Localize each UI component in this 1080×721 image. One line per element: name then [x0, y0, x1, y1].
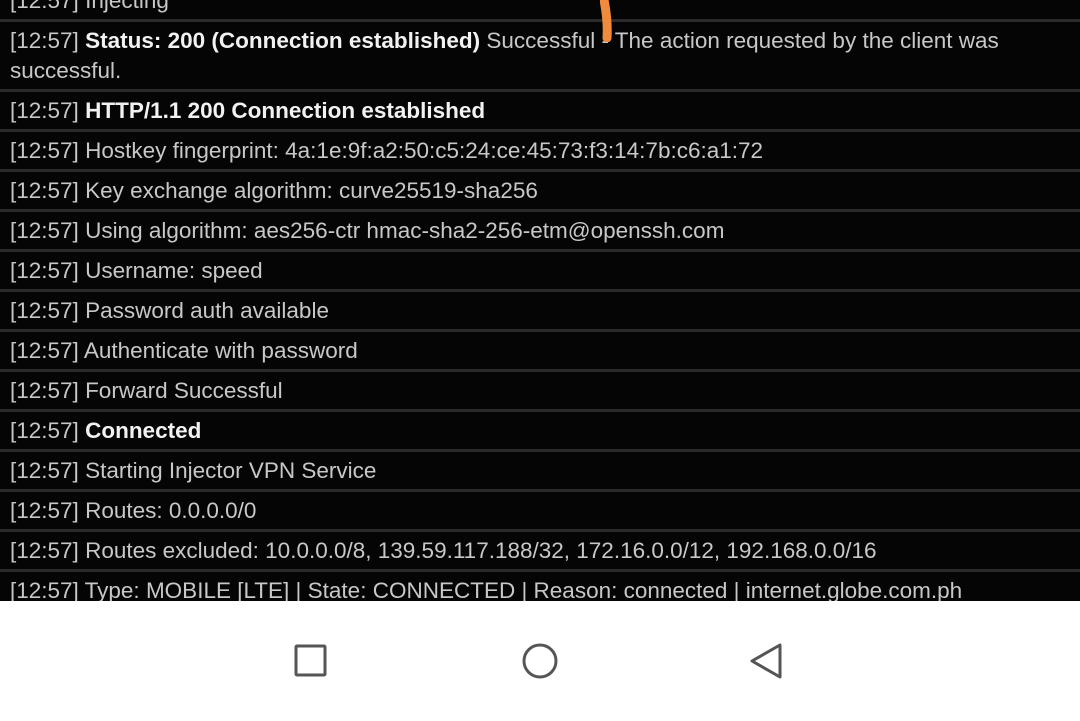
log-timestamp: [12:57]: [10, 378, 79, 403]
log-highlight: Status: 200 (Connection established): [85, 28, 481, 53]
circle-icon: [522, 643, 558, 679]
recents-button[interactable]: [281, 631, 341, 691]
home-button[interactable]: [510, 631, 570, 691]
log-message: Using algorithm: aes256-ctr hmac-sha2-25…: [78, 218, 725, 243]
log-timestamp: [12:57]: [10, 218, 79, 243]
log-highlight: Connected: [85, 418, 202, 443]
log-timestamp: [12:57]: [10, 418, 79, 443]
log-message: Routes: 0.0.0.0/0: [78, 498, 257, 523]
log-message: Password auth available: [78, 298, 329, 323]
screen: [12:57] Injecting [12:57] Status: 200 (Co…: [0, 0, 1080, 721]
log-message: Injecting: [78, 0, 169, 13]
log-row: [12:57] Forward Successful: [0, 372, 1080, 412]
log-timestamp: [12:57]: [10, 0, 79, 13]
log-timestamp: [12:57]: [10, 498, 79, 523]
log-timestamp: [12:57]: [10, 538, 79, 563]
log-timestamp: [12:57]: [10, 138, 79, 163]
log-rows: [12:57] Injecting [12:57] Status: 200 (Co…: [0, 0, 1080, 601]
log-row: [12:57] Status: 200 (Connection establis…: [0, 22, 1080, 92]
back-button[interactable]: [737, 631, 797, 691]
log-row: [12:57] Hostkey fingerprint: 4a:1e:9f:a2…: [0, 132, 1080, 172]
log-panel[interactable]: [12:57] Injecting [12:57] Status: 200 (Co…: [0, 0, 1080, 601]
orange-annotation-stroke: [600, 0, 612, 42]
log-message: Username: speed: [78, 258, 263, 283]
log-timestamp: [12:57]: [10, 298, 79, 323]
log-row: [12:57] Username: speed: [0, 252, 1080, 292]
log-row: [12:57] Authenticate with password: [0, 332, 1080, 372]
log-timestamp: [12:57]: [10, 458, 79, 483]
log-row: [12:57] Using algorithm: aes256-ctr hmac…: [0, 212, 1080, 252]
log-row: [12:57] Starting Injector VPN Service: [0, 452, 1080, 492]
log-timestamp: [12:57]: [10, 178, 79, 203]
log-timestamp: [12:57]: [10, 338, 79, 363]
log-row: [12:57] Injecting: [0, 0, 1080, 22]
log-row: [12:57] Routes excluded: 10.0.0.0/8, 139…: [0, 532, 1080, 572]
log-row: [12:57] Key exchange algorithm: curve255…: [0, 172, 1080, 212]
log-message: Starting Injector VPN Service: [78, 458, 377, 483]
triangle-back-icon: [750, 643, 782, 679]
log-row: [12:57] Password auth available: [0, 292, 1080, 332]
log-timestamp: [12:57]: [10, 258, 79, 283]
log-message: Type: MOBILE [LTE] | State: CONNECTED | …: [78, 578, 963, 601]
log-message: Routes excluded: 10.0.0.0/8, 139.59.117.…: [78, 538, 877, 563]
log-message: Authenticate with password: [78, 338, 358, 363]
log-message: Key exchange algorithm: curve25519-sha25…: [78, 178, 538, 203]
navigation-bar: [0, 601, 1080, 721]
log-message: Forward Successful: [78, 378, 283, 403]
log-message: Hostkey fingerprint: 4a:1e:9f:a2:50:c5:2…: [78, 138, 764, 163]
log-row: [12:57] Type: MOBILE [LTE] | State: CONN…: [0, 572, 1080, 601]
square-icon: [294, 644, 327, 677]
log-row: [12:57] Connected: [0, 412, 1080, 452]
log-timestamp: [12:57]: [10, 98, 79, 123]
log-row: [12:57] HTTP/1.1 200 Connection establis…: [0, 92, 1080, 132]
log-row: [12:57] Routes: 0.0.0.0/0: [0, 492, 1080, 532]
log-timestamp: [12:57]: [10, 578, 79, 601]
log-timestamp: [12:57]: [10, 28, 79, 53]
log-highlight: HTTP/1.1 200 Connection established: [85, 98, 486, 123]
